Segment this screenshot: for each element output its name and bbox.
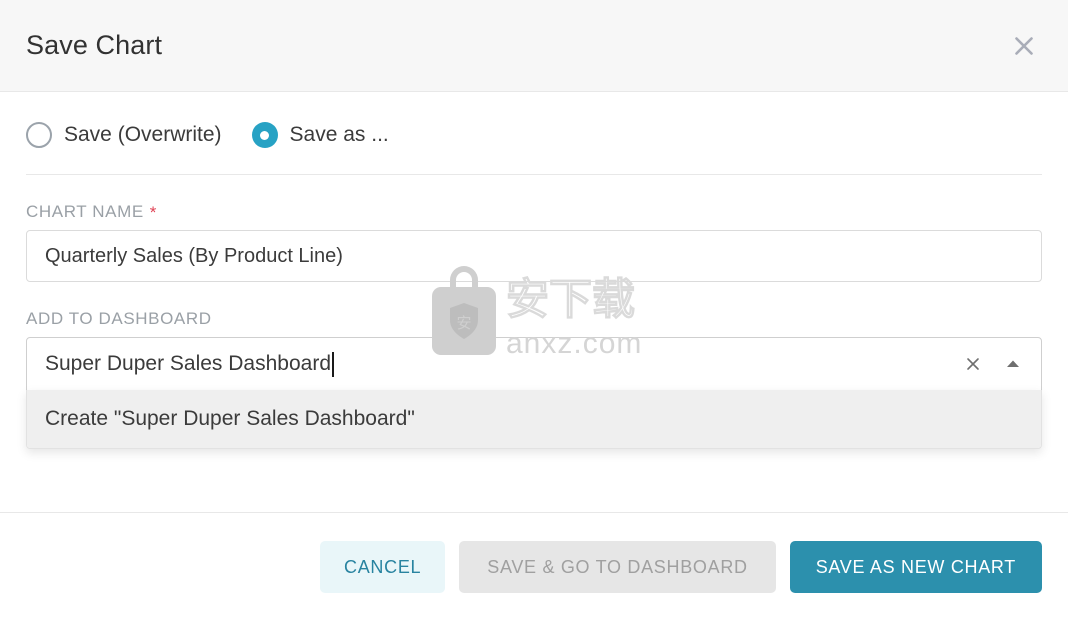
radio-save-overwrite[interactable]: Save (Overwrite) bbox=[26, 122, 222, 148]
radio-save-overwrite-label: Save (Overwrite) bbox=[64, 123, 222, 146]
add-to-dashboard-label-text: ADD TO DASHBOARD bbox=[26, 309, 212, 328]
cancel-button[interactable]: CANCEL bbox=[320, 540, 446, 593]
dashboard-select-value-wrap: Super Duper Sales Dashboard bbox=[45, 351, 959, 377]
dashboard-select-wrapper: Super Duper Sales Dashboard Create "Supe… bbox=[26, 337, 1042, 449]
chart-name-label-text: CHART NAME bbox=[26, 202, 144, 221]
close-icon bbox=[1010, 32, 1038, 60]
caret-up-icon[interactable] bbox=[999, 350, 1027, 378]
radio-save-as[interactable]: Save as ... bbox=[251, 122, 389, 148]
dashboard-select-icons bbox=[959, 350, 1027, 378]
save-chart-modal: Save Chart Save (Overwrite) Save as ... bbox=[0, 0, 1068, 620]
dashboard-select-value: Super Duper Sales Dashboard bbox=[45, 352, 332, 375]
add-to-dashboard-label: ADD TO DASHBOARD bbox=[26, 310, 1042, 327]
close-button[interactable] bbox=[1002, 24, 1046, 68]
radio-unchecked-icon bbox=[26, 122, 52, 148]
dropdown-option-create[interactable]: Create "Super Duper Sales Dashboard" bbox=[27, 390, 1041, 448]
divider bbox=[26, 174, 1042, 175]
required-asterisk: * bbox=[149, 203, 157, 222]
modal-body: Save (Overwrite) Save as ... CHART NAME … bbox=[0, 92, 1068, 512]
save-as-new-chart-button[interactable]: SAVE AS NEW CHART bbox=[789, 540, 1042, 593]
radio-checked-icon bbox=[251, 122, 278, 148]
save-and-go-to-dashboard-button: SAVE & GO TO DASHBOARD bbox=[459, 540, 776, 593]
radio-save-as-label: Save as ... bbox=[289, 123, 389, 146]
save-mode-radio-group: Save (Overwrite) Save as ... bbox=[26, 92, 1042, 148]
modal-footer: CANCEL SAVE & GO TO DASHBOARD SAVE AS NE… bbox=[0, 512, 1068, 620]
clear-selection-icon[interactable] bbox=[959, 350, 987, 378]
text-cursor bbox=[332, 351, 334, 377]
modal-header: Save Chart bbox=[0, 0, 1068, 92]
dashboard-select[interactable]: Super Duper Sales Dashboard bbox=[26, 337, 1042, 391]
chart-name-label: CHART NAME * bbox=[26, 202, 1042, 222]
dashboard-dropdown: Create "Super Duper Sales Dashboard" bbox=[26, 390, 1042, 449]
page-title: Save Chart bbox=[26, 30, 163, 60]
chart-name-input[interactable] bbox=[26, 230, 1042, 282]
